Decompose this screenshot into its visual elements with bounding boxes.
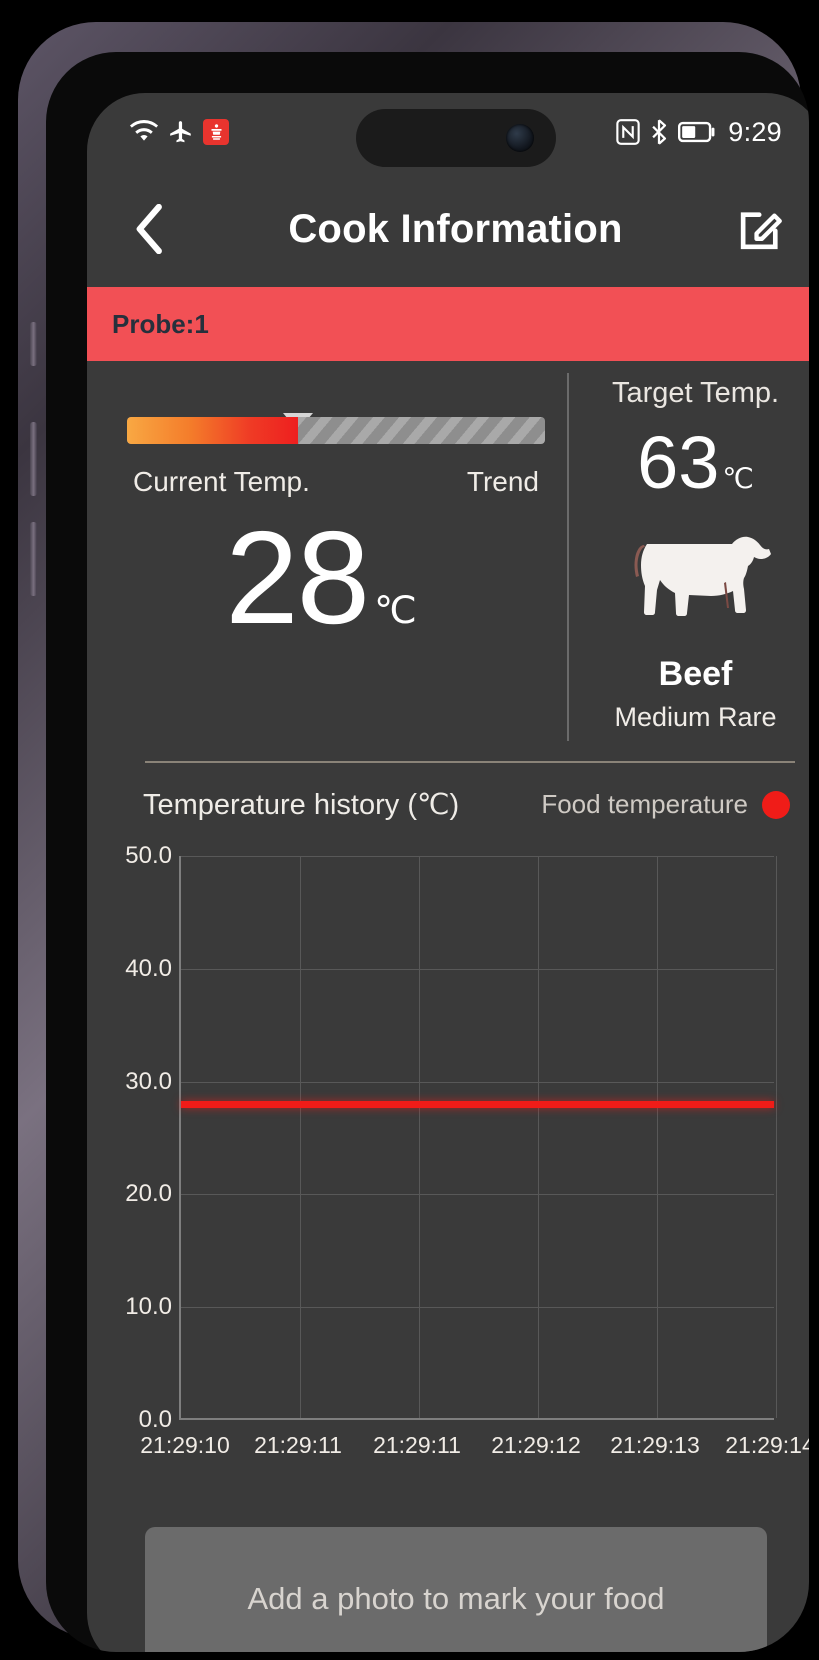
chart-gridline-horizontal <box>181 968 774 970</box>
cook-info-card: Current Temp. Trend 28 ℃ Target Temp. 63 <box>87 361 809 761</box>
wifi-icon <box>129 120 159 144</box>
status-bar-left <box>129 119 229 145</box>
back-button[interactable] <box>123 202 177 256</box>
cow-icon <box>620 526 772 631</box>
status-bar-right: 9:29 <box>616 117 782 148</box>
phone-bezel: 9:29 Cook Information Probe:1 Current Te… <box>46 52 809 1652</box>
phone-screen: 9:29 Cook Information Probe:1 Current Te… <box>87 93 809 1652</box>
current-temp-readout: 28 ℃ <box>127 512 515 644</box>
chart-x-tick-label: 21:29:13 <box>610 1432 700 1458</box>
current-temp-unit: ℃ <box>374 590 417 632</box>
chart-gridline-vertical <box>419 856 420 1418</box>
probe-label: Probe:1 <box>112 308 209 339</box>
legend-color-dot <box>762 790 790 819</box>
bluetooth-icon <box>649 119 669 145</box>
target-temp-unit: ℃ <box>722 463 754 494</box>
trend-label: Trend <box>466 466 539 497</box>
current-temp-value: 28 <box>225 504 370 651</box>
chart-gridline-horizontal <box>181 1307 774 1309</box>
battery-icon <box>678 121 716 143</box>
chart-y-tick-label: 10.0 <box>125 1293 172 1321</box>
section-divider <box>145 761 795 763</box>
chart-header: Temperature history (℃) Food temperature <box>87 787 809 822</box>
chart-title: Temperature history (℃) <box>143 789 460 821</box>
airplane-mode-icon <box>168 119 194 145</box>
alert-badge-icon <box>203 119 229 145</box>
add-photo-label: Add a photo to mark your food <box>247 1581 665 1616</box>
front-camera-lens <box>505 124 534 152</box>
probe-banner[interactable]: Probe:1 <box>87 287 809 361</box>
chart-x-tick-label: 21:29:11 <box>254 1432 342 1458</box>
panel-divider <box>567 373 569 741</box>
chart-y-tick-label: 40.0 <box>125 954 172 982</box>
chart-y-tick-label: 50.0 <box>125 842 172 869</box>
current-temp-panel: Current Temp. Trend 28 ℃ <box>87 361 567 761</box>
edit-button[interactable] <box>734 202 788 256</box>
doneness-level: Medium Rare <box>614 702 777 732</box>
dynamic-island <box>355 109 556 167</box>
progress-fill <box>127 417 299 444</box>
volume-down-button[interactable] <box>30 522 37 596</box>
target-temp-readout: 63 ℃ <box>637 426 754 500</box>
phone-frame: 9:29 Cook Information Probe:1 Current Te… <box>18 22 809 1652</box>
temp-label-row: Current Temp. Trend <box>127 466 545 498</box>
current-temp-label: Current Temp. <box>133 466 310 497</box>
chart-x-tick-label: 21:29:12 <box>491 1432 581 1458</box>
target-temp-value: 63 <box>637 421 720 504</box>
chart-plot-area <box>179 856 777 1420</box>
target-temp-panel: Target Temp. 63 ℃ Beef Medium Rare <box>567 361 809 761</box>
add-photo-button[interactable]: Add a photo to mark your food <box>145 1527 767 1652</box>
screenshot-root: 9:29 Cook Information Probe:1 Current Te… <box>0 0 819 1660</box>
chart-gridline-vertical <box>776 856 777 1418</box>
chart-series-line <box>181 1101 774 1109</box>
volume-up-button[interactable] <box>30 422 37 496</box>
chart-y-tick-label: 30.0 <box>125 1067 172 1095</box>
food-name: Beef <box>658 655 733 693</box>
clock-time: 9:29 <box>728 116 782 147</box>
edit-compose-icon <box>736 204 786 254</box>
chart-gridline-horizontal <box>181 856 774 857</box>
progress-track <box>127 417 545 444</box>
chart-legend: Food temperature <box>541 789 790 820</box>
legend-label: Food temperature <box>541 789 748 819</box>
chart-gridline-vertical <box>300 856 301 1418</box>
target-temp-label: Target Temp. <box>611 377 780 409</box>
chart-x-tick-label: 21:29:10 <box>140 1432 230 1458</box>
chart-y-tick-label: 20.0 <box>125 1180 172 1208</box>
temperature-history-chart[interactable]: 0.0 10.0 20.0 30.0 40.0 50.0 21:29:10 21:29:11 2… <box>87 842 809 1488</box>
chart-y-tick-label: 0.0 <box>138 1406 172 1433</box>
page-title: Cook Information <box>288 206 623 251</box>
chart-gridline-vertical <box>538 856 539 1418</box>
silent-switch[interactable] <box>30 322 37 366</box>
chart-gridline-vertical <box>657 856 658 1418</box>
chart-x-tick-label: 21:29:11 <box>373 1432 461 1458</box>
chevron-left-icon <box>133 203 167 255</box>
nfc-icon <box>616 119 640 145</box>
chart-x-tick-label: 21:29:14 <box>725 1432 809 1458</box>
cook-progress <box>127 413 545 444</box>
chart-gridline-horizontal <box>181 1194 774 1196</box>
nav-bar: Cook Information <box>87 171 809 287</box>
chart-gridline-horizontal <box>181 1081 774 1083</box>
